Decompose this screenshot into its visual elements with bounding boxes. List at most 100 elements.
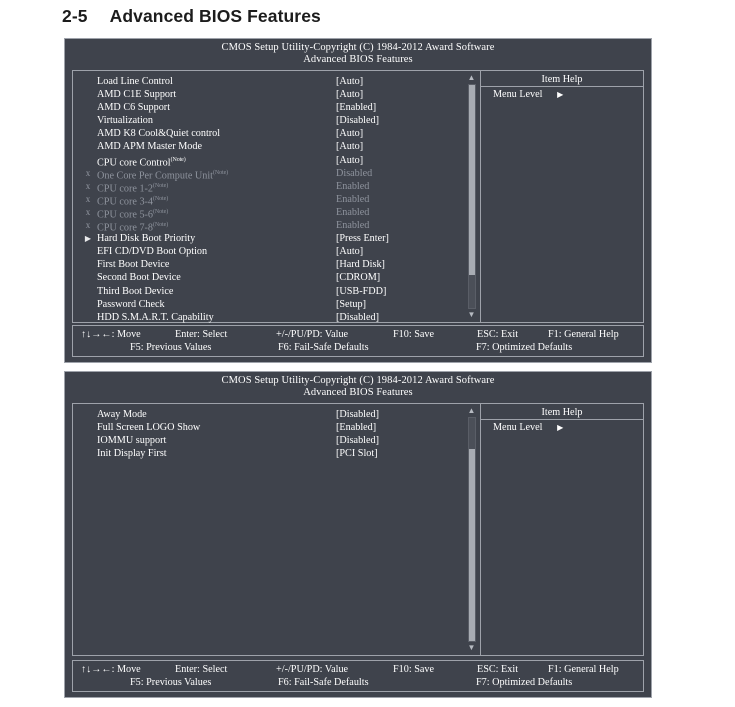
- scrollbar-2[interactable]: ▲ ▼: [463, 404, 480, 655]
- key-hint-general-help: F1: General Help: [548, 664, 619, 675]
- setting-value[interactable]: [Hard Disk]: [336, 258, 385, 271]
- setting-row[interactable]: Full Screen LOGO Show [Enabled]: [73, 421, 463, 434]
- scroll-thumb-2[interactable]: [468, 449, 475, 641]
- setting-label: Third Boot Device: [97, 285, 173, 298]
- setting-value[interactable]: [Auto]: [336, 154, 363, 167]
- setting-row: x CPU core 1-2(Note) Enabled: [73, 180, 463, 194]
- setting-row[interactable]: HDD S.M.A.R.T. Capability [Disabled]: [73, 311, 463, 324]
- key-hint-exit: ESC: Exit: [477, 664, 519, 675]
- menu-level-arrow-icon: ▶: [557, 423, 564, 432]
- setting-value[interactable]: [Disabled]: [336, 114, 379, 127]
- setting-row[interactable]: EFI CD/DVD Boot Option [Auto]: [73, 245, 463, 258]
- setting-value[interactable]: [PCI Slot]: [336, 447, 378, 460]
- setting-label-text: IOMMU support: [97, 435, 167, 447]
- scrollbar-1[interactable]: ▲ ▼: [463, 71, 480, 322]
- setting-value[interactable]: [Disabled]: [336, 434, 379, 447]
- scroll-track-2[interactable]: [467, 417, 476, 642]
- key-hint-previous-values: F5: Previous Values: [130, 342, 212, 353]
- setting-label-text: AMD K8 Cool&Quiet control: [97, 128, 221, 140]
- setting-row[interactable]: CPU core Control(Note) [Auto]: [73, 154, 463, 168]
- scroll-track-remainder-2[interactable]: [468, 418, 475, 450]
- scroll-up-arrow-icon[interactable]: ▲: [468, 73, 476, 83]
- setting-row[interactable]: Virtualization [Disabled]: [73, 114, 463, 127]
- key-hint-move: ↑↓→←: Move: [81, 664, 141, 675]
- bios-screen-2: CMOS Setup Utility-Copyright (C) 1984-20…: [64, 371, 652, 698]
- scroll-down-arrow-icon[interactable]: ▼: [468, 310, 476, 320]
- setting-label-text: First Boot Device: [97, 259, 170, 271]
- setting-row[interactable]: AMD C1E Support [Auto]: [73, 88, 463, 101]
- key-hint-exit: ESC: Exit: [477, 329, 519, 340]
- setting-value: Enabled: [336, 206, 370, 218]
- disabled-marker-icon: x: [85, 167, 91, 178]
- bios-title-line1: CMOS Setup Utility-Copyright (C) 1984-20…: [221, 42, 495, 53]
- note-superscript: (Note): [153, 208, 169, 215]
- scroll-down-arrow-icon[interactable]: ▼: [468, 643, 476, 653]
- setting-label-text: Full Screen LOGO Show: [97, 422, 201, 434]
- footer-row-keys-1: ↑↓→←: Move Enter: Select +/-/PU/PD: Valu…: [73, 328, 643, 341]
- key-hint-optimized-defaults: F7: Optimized Defaults: [476, 342, 573, 353]
- footer-row-keys-2: ↑↓→←: Move Enter: Select +/-/PU/PD: Valu…: [73, 663, 643, 676]
- setting-label-text: Password Check: [97, 298, 165, 310]
- setting-row: x CPU core 5-6(Note) Enabled: [73, 206, 463, 220]
- key-hint-failsafe-defaults: F6: Fail-Safe Defaults: [278, 342, 369, 353]
- key-hint-move: ↑↓→←: Move: [81, 329, 141, 340]
- setting-label: AMD APM Master Mode: [97, 140, 202, 153]
- setting-label: AMD K8 Cool&Quiet control: [97, 127, 220, 140]
- setting-value[interactable]: [Enabled]: [336, 421, 376, 434]
- setting-row[interactable]: Init Display First [PCI Slot]: [73, 447, 463, 460]
- setting-value[interactable]: [Disabled]: [336, 408, 379, 421]
- menu-level-row: Menu Level ▶: [481, 87, 643, 101]
- setting-row[interactable]: Load Line Control [Auto]: [73, 75, 463, 88]
- scroll-up-arrow-icon[interactable]: ▲: [468, 406, 476, 416]
- setting-row: x One Core Per Compute Unit(Note) Disabled: [73, 167, 463, 181]
- setting-value[interactable]: [Disabled]: [336, 311, 379, 324]
- setting-row[interactable]: AMD APM Master Mode [Auto]: [73, 140, 463, 153]
- setting-value[interactable]: [Enabled]: [336, 101, 376, 114]
- bios-title-block-2: CMOS Setup Utility-Copyright (C) 1984-20…: [65, 372, 651, 398]
- setting-value[interactable]: [Auto]: [336, 140, 363, 153]
- setting-row[interactable]: IOMMU support [Disabled]: [73, 434, 463, 447]
- setting-row[interactable]: Second Boot Device [CDROM]: [73, 271, 463, 284]
- setting-value[interactable]: [Auto]: [336, 75, 363, 88]
- setting-label-text: Virtualization: [97, 115, 153, 127]
- section-title: Advanced BIOS Features: [109, 6, 321, 26]
- note-superscript: (Note): [170, 156, 186, 163]
- setting-row: x CPU core 7-8(Note) Enabled: [73, 219, 463, 233]
- setting-value[interactable]: [Auto]: [336, 88, 363, 101]
- setting-label: AMD C1E Support: [97, 88, 176, 101]
- bios-footer-2: ↑↓→←: Move Enter: Select +/-/PU/PD: Valu…: [72, 660, 644, 692]
- setting-row[interactable]: First Boot Device [Hard Disk]: [73, 258, 463, 271]
- settings-list-1: Load Line Control [Auto] AMD C1E Support [A…: [73, 71, 463, 324]
- bios-body-1: Load Line Control [Auto] AMD C1E Support [A…: [72, 70, 644, 323]
- item-help-panel-1: Item Help Menu Level ▶: [480, 71, 643, 322]
- setting-value[interactable]: [Press Enter]: [336, 232, 389, 245]
- setting-row[interactable]: AMD K8 Cool&Quiet control [Auto]: [73, 127, 463, 140]
- setting-label: Full Screen LOGO Show: [97, 421, 200, 434]
- bios-footer-1: ↑↓→←: Move Enter: Select +/-/PU/PD: Valu…: [72, 325, 644, 357]
- setting-label: Second Boot Device: [97, 271, 181, 284]
- scroll-thumb-1[interactable]: [468, 85, 475, 275]
- key-hint-enter: Enter: Select: [175, 664, 228, 675]
- setting-label: AMD C6 Support: [97, 101, 170, 114]
- setting-value[interactable]: [Auto]: [336, 127, 363, 140]
- setting-value[interactable]: [USB-FDD]: [336, 285, 386, 298]
- scroll-track-remainder-1[interactable]: [468, 274, 475, 308]
- setting-label: HDD S.M.A.R.T. Capability: [97, 311, 214, 324]
- setting-value[interactable]: [CDROM]: [336, 271, 380, 284]
- bios-title-line2: Advanced BIOS Features: [303, 386, 413, 398]
- setting-value[interactable]: [Setup]: [336, 298, 366, 311]
- setting-value[interactable]: [Auto]: [336, 245, 363, 258]
- setting-value: Disabled: [336, 167, 373, 179]
- setting-row[interactable]: Away Mode [Disabled]: [73, 408, 463, 421]
- bios-screen-1: CMOS Setup Utility-Copyright (C) 1984-20…: [64, 38, 652, 363]
- scroll-track-1[interactable]: [467, 84, 476, 309]
- setting-label: Load Line Control: [97, 75, 173, 88]
- setting-row[interactable]: Third Boot Device [USB-FDD]: [73, 285, 463, 298]
- setting-row[interactable]: Password Check [Setup]: [73, 298, 463, 311]
- section-number: 2-5: [62, 6, 88, 26]
- setting-value: Enabled: [336, 180, 370, 192]
- key-hint-value: +/-/PU/PD: Value: [276, 664, 349, 675]
- setting-label-text: HDD S.M.A.R.T. Capability: [97, 311, 214, 323]
- setting-row[interactable]: AMD C6 Support [Enabled]: [73, 101, 463, 114]
- setting-row[interactable]: ▶ Hard Disk Boot Priority [Press Enter]: [73, 232, 463, 245]
